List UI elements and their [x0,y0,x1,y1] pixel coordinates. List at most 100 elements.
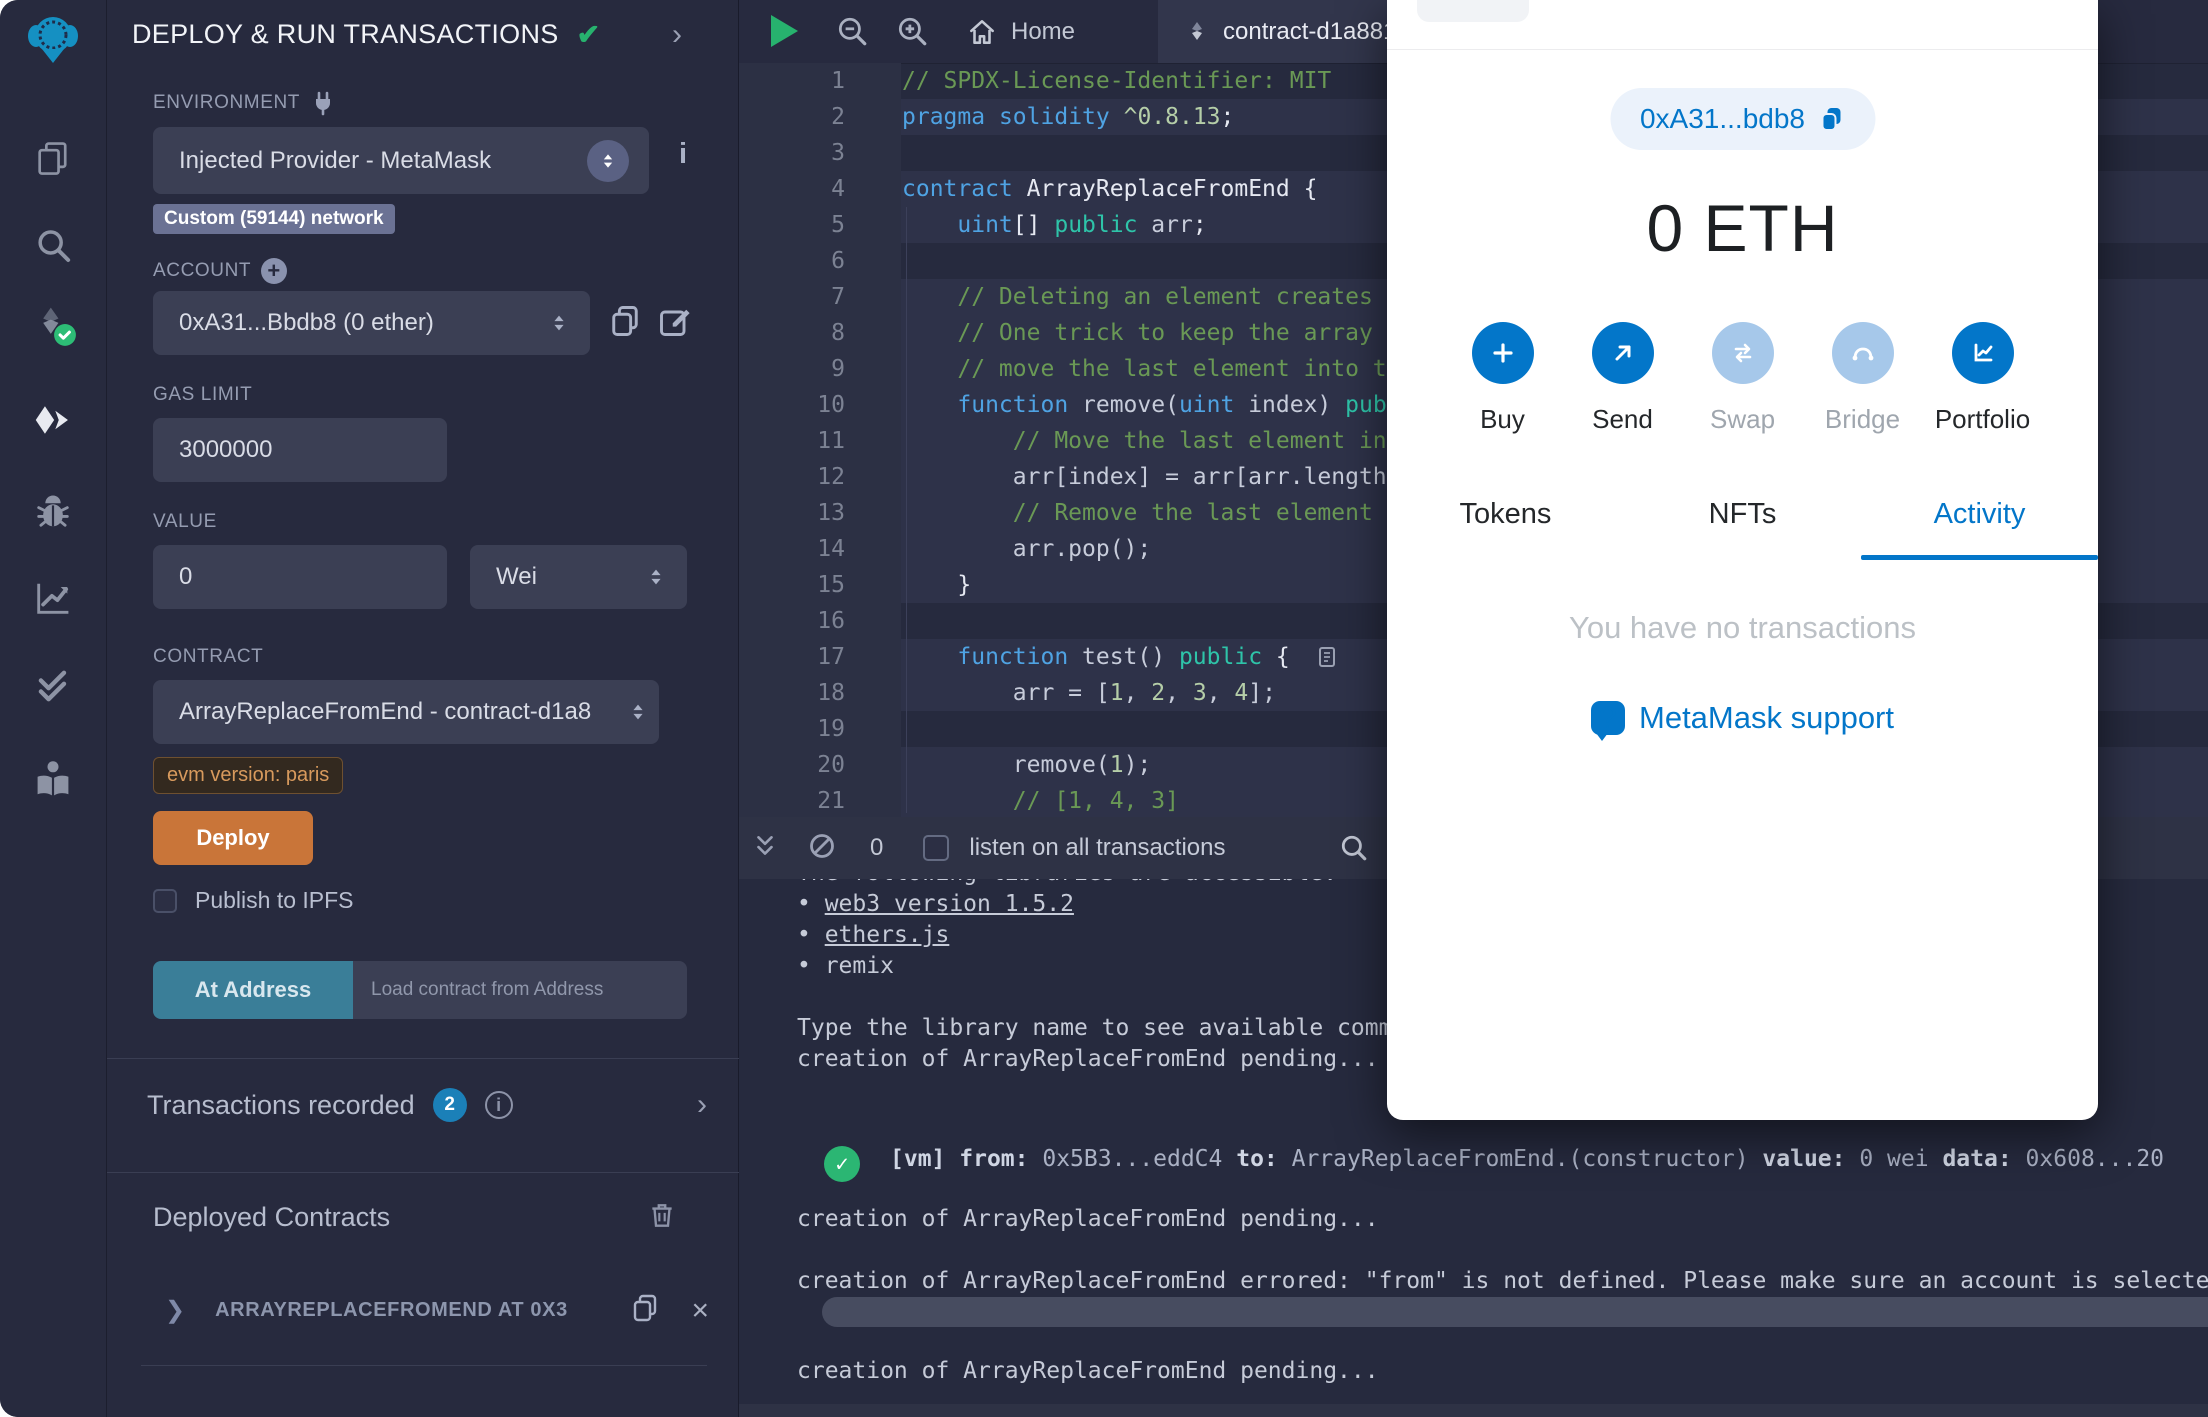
evm-version-badge: evm version: paris [153,757,344,794]
value-unit-select[interactable]: Wei [470,545,687,609]
tab-home[interactable]: Home [967,0,1075,63]
panel-collapse-chevron-icon[interactable]: › [672,19,682,50]
terminal-pending-count: 0 [870,834,884,861]
zoom-out-icon[interactable] [835,15,869,54]
buy-button[interactable]: Buy [1471,322,1534,435]
vm-log-text: [vm] from: 0x5B3...eddC4 to: ArrayReplac… [890,1146,2165,1172]
environment-select-handle[interactable] [587,139,629,182]
remix-logo-icon [28,17,78,63]
book-reader-icon [37,761,69,796]
portfolio-icon [1951,322,2014,384]
deploy-panel: DEPLOY & RUN TRANSACTIONS ✔ › ENVIRONMEN… [107,0,739,1417]
plug-icon [316,91,330,116]
terminal-scrollbar[interactable] [822,1297,2208,1327]
terminal-expand-icon[interactable] [752,833,778,864]
deployed-contracts-label: Deployed Contracts [153,1202,391,1232]
line-number: 12 [739,459,901,495]
swap-button[interactable]: Swap [1710,322,1775,435]
double-check-icon [38,670,67,702]
metamask-popup: 0xA31...bdb8 0 ETH Buy Send Swap Bridge Port… [1387,0,2098,1120]
environment-info-icon[interactable]: i [679,138,687,171]
zoom-in-icon[interactable] [895,15,929,54]
action-buttons-row: Buy Send Swap Bridge Portfolio [1387,322,2098,435]
file-explorer-icon [38,142,67,175]
deployed-contract-item[interactable]: ❯ ARRAYREPLACEFROMEND AT 0X3 × [165,1292,725,1329]
sidebar-item-unit-testing[interactable] [0,654,106,718]
add-account-icon[interactable]: + [261,258,288,284]
send-button[interactable]: Send [1591,322,1654,435]
run-script-play-icon[interactable] [771,15,798,47]
terminal-line: creation of ArrayReplaceFromEnd pending.… [797,1206,1379,1232]
tab-nfts[interactable]: NFTs [1624,498,1861,557]
address-text: 0xA31...bdb8 [1639,103,1806,134]
deploy-button[interactable]: Deploy [153,811,313,865]
terminal-clear-icon[interactable] [808,832,836,865]
transactions-info-icon[interactable]: i [484,1091,513,1119]
copy-address-icon [1821,108,1841,131]
line-number: 1 [739,63,901,99]
metamask-support-link[interactable]: ? MetaMask support [1387,700,2098,741]
network-badge: Custom (59144) network [153,204,395,234]
gas-limit-input[interactable] [153,418,447,482]
terminal-line: creation of ArrayReplaceFromEnd errored:… [797,1268,2208,1294]
at-address-input[interactable] [353,961,687,1019]
metamask-header [1387,0,2098,50]
line-number: 10 [739,387,901,423]
support-text: MetaMask support [1639,700,1894,735]
inline-annotation-icon[interactable] [1316,645,1340,669]
account-address-pill[interactable]: 0xA31...bdb8 [1609,88,1876,150]
sidebar-item-deploy-and-run[interactable] [0,388,106,452]
action-label: Send [1592,404,1653,434]
terminal-search-icon[interactable] [1339,833,1369,868]
contract-label: CONTRACT [153,646,264,667]
at-address-button[interactable]: At Address [153,961,353,1019]
sidebar-item-debugger[interactable] [0,480,106,544]
divider [141,1365,707,1366]
line-number: 14 [739,531,901,567]
account-select[interactable]: 0xA31...Bbdb8 (0 ether) [153,291,590,355]
sidebar-item-statistics[interactable] [0,566,106,630]
copy-contract-icon[interactable] [629,1292,661,1329]
line-number: 15 [739,567,901,603]
environment-select[interactable]: Injected Provider - MetaMask [153,127,649,194]
tab-activity[interactable]: Activity [1861,498,2098,557]
success-check-icon: ✓ [824,1146,860,1182]
tab-tokens[interactable]: Tokens [1387,498,1624,557]
expand-contract-chevron-icon[interactable]: ❯ [165,1298,185,1323]
updown-icon [651,569,661,585]
line-number: 9 [739,351,901,387]
line-number: 5 [739,207,901,243]
contract-tab-label: contract-d1a881 [1223,17,1397,45]
divider [107,1058,739,1059]
clear-deployed-trash-icon[interactable] [647,1200,677,1235]
eth-balance: 0 ETH [1646,191,1839,265]
divider [107,1172,739,1173]
line-number: 2 [739,99,901,135]
sidebar-item-solidity-compiler[interactable] [0,292,106,356]
solidity-file-icon [1192,21,1202,40]
sidebar-item-file-explorer[interactable] [0,128,106,188]
line-number: 18 [739,675,901,711]
bridge-button[interactable]: Bridge [1825,322,1900,435]
transactions-recorded-row: Transactions recorded 2 i › [147,1088,707,1122]
terminal-line: creation of ArrayReplaceFromEnd pending.… [797,1358,1379,1384]
edit-account-icon[interactable] [657,303,693,344]
line-number: 16 [739,603,901,639]
sidebar-item-search[interactable] [0,216,106,276]
contract-select[interactable]: ArrayReplaceFromEnd - contract-d1a8 [153,680,659,744]
send-icon [1591,322,1654,384]
terminal-bottom-strip [739,1404,2208,1417]
portfolio-button[interactable]: Portfolio [1935,322,2030,435]
line-number: 20 [739,747,901,783]
line-number: 21 [739,783,901,819]
value-input[interactable] [153,545,447,609]
copy-account-icon[interactable] [607,303,643,344]
remove-contract-icon[interactable]: × [691,1295,709,1326]
terminal-vm-log[interactable]: ✓ [vm] from: 0x5B3...eddC4 to: ArrayRepl… [824,1146,2208,1182]
remix-logo-icon[interactable] [0,10,106,70]
publish-ipfs-checkbox[interactable] [153,889,177,913]
transactions-expand-chevron-icon[interactable]: › [697,1090,707,1120]
sidebar-item-learneth[interactable] [0,748,106,812]
updown-icon [554,315,564,331]
listen-all-checkbox[interactable] [923,835,950,861]
